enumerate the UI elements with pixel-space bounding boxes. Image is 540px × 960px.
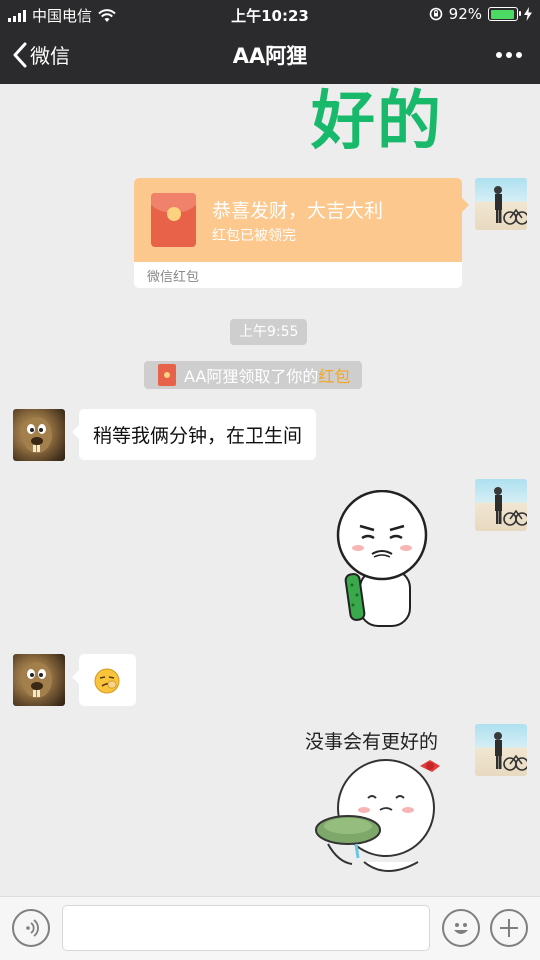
- cyclist-photo: [494, 186, 527, 225]
- plus-button[interactable]: [490, 909, 528, 947]
- smirk-emoji-icon: [94, 668, 120, 694]
- red-packet-title: 恭喜发财，大吉大利: [212, 200, 384, 222]
- charging-icon: [524, 7, 532, 21]
- avatar-contact[interactable]: [13, 409, 65, 461]
- system-notice-link[interactable]: 红包: [318, 367, 350, 386]
- squirrel-photo: [22, 417, 52, 453]
- more-dot-icon: [496, 52, 502, 58]
- red-envelope-icon: [151, 193, 196, 247]
- avatar-self[interactable]: [475, 178, 527, 230]
- red-packet-icon: [158, 364, 176, 386]
- more-dot-icon: [516, 52, 522, 58]
- sticker-caption: 没事会有更好的: [305, 731, 439, 753]
- emoji-button[interactable]: [442, 909, 480, 947]
- voice-icon: [26, 919, 39, 937]
- input-bar: [0, 896, 540, 960]
- avatar-self[interactable]: [475, 479, 527, 531]
- battery-percent: 92%: [448, 5, 482, 23]
- message-text: 稍等我俩分钟，在卫生间: [93, 425, 303, 447]
- red-packet-footer: 微信红包: [147, 270, 200, 285]
- sticker-haode[interactable]: 好的: [311, 84, 443, 160]
- status-right: 92%: [429, 5, 532, 23]
- voice-button[interactable]: [12, 909, 50, 947]
- red-packet-message[interactable]: 恭喜发财，大吉大利 红包已被领完 微信红包: [134, 178, 462, 288]
- more-dot-icon: [506, 52, 512, 58]
- nav-bar: 微信 AA阿狸: [0, 28, 540, 84]
- avatar-contact[interactable]: [13, 654, 65, 706]
- cyclist-photo: [494, 732, 527, 771]
- girl-turtle-sticker: [315, 759, 440, 872]
- message-bubble-emoji[interactable]: [72, 654, 136, 706]
- message-input[interactable]: [62, 905, 430, 951]
- squirrel-photo: [22, 662, 52, 698]
- rotation-lock-icon: [429, 7, 442, 21]
- system-notice: AA阿狸领取了你的红包: [144, 361, 363, 389]
- emoji-icon: [454, 923, 468, 934]
- system-notice-text: AA阿狸领取了你的红包: [184, 363, 350, 387]
- system-notice-prefix: AA阿狸领取了你的: [184, 367, 319, 386]
- timestamp: 上午9:55: [230, 319, 308, 345]
- chat-title: AA阿狸: [232, 44, 308, 68]
- plus-icon: [500, 919, 518, 937]
- cyclist-photo: [494, 487, 527, 526]
- red-packet-status: 红包已被领完: [212, 228, 296, 244]
- red-packet-arrow: [462, 198, 469, 212]
- top-bar: 中国电信 上午10:23 92% 微信 AA阿狸: [0, 0, 540, 84]
- sad-face-sticker[interactable]: [330, 490, 440, 630]
- red-packet-body: 恭喜发财，大吉大利 红包已被领完: [134, 178, 462, 262]
- message-bubble-incoming[interactable]: 稍等我俩分钟，在卫生间: [71, 409, 317, 460]
- avatar-self[interactable]: [475, 724, 527, 776]
- more-button[interactable]: [492, 38, 526, 72]
- status-bar: 中国电信 上午10:23 92%: [0, 0, 540, 28]
- battery-icon: [488, 7, 521, 21]
